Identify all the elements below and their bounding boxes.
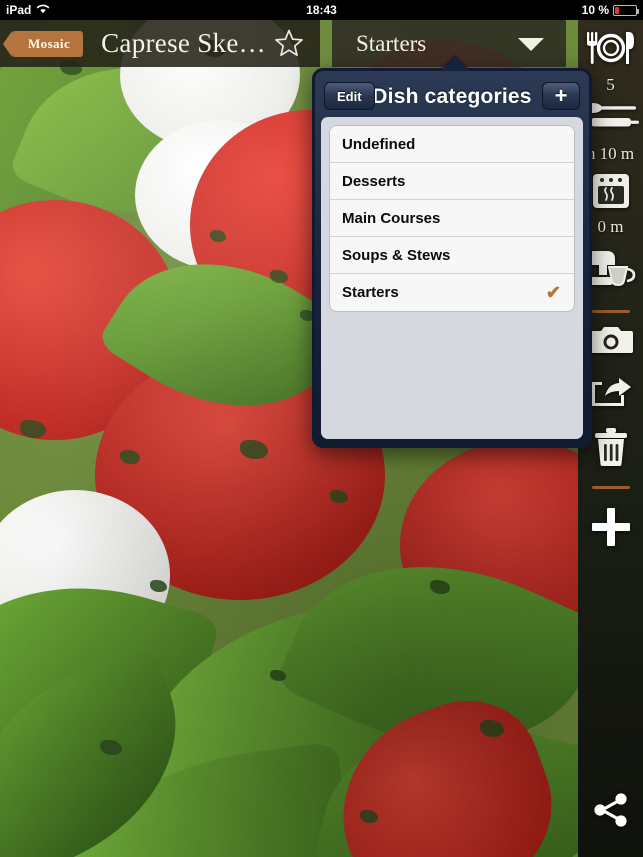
navbar-divider bbox=[320, 20, 332, 67]
category-label: Main Courses bbox=[342, 209, 441, 227]
edit-button[interactable]: Edit bbox=[324, 82, 375, 110]
popover-header: Edit Dish categories + bbox=[321, 77, 583, 117]
cook-time-control[interactable]: 0 m bbox=[590, 172, 632, 237]
app-root: iPad 18:43 10 % Mosaic Caprese Ske… Star… bbox=[0, 0, 643, 857]
export-button[interactable] bbox=[589, 374, 633, 413]
category-label: Undefined bbox=[342, 135, 416, 153]
stand-mixer-control[interactable] bbox=[585, 247, 637, 296]
add-category-label: + bbox=[554, 83, 568, 108]
star-outline-icon[interactable] bbox=[274, 29, 304, 58]
chevron-down-icon bbox=[518, 38, 544, 51]
category-list: Undefined Desserts Main Courses Soups & … bbox=[329, 125, 575, 312]
popover-body: Undefined Desserts Main Courses Soups & … bbox=[321, 117, 583, 439]
toolbar-separator-2 bbox=[591, 486, 630, 489]
share-button[interactable] bbox=[591, 792, 631, 833]
servings-cutlery-plate-icon bbox=[584, 28, 638, 73]
back-button-label: Mosaic bbox=[28, 35, 71, 51]
navbar-left-section: Mosaic Caprese Ske… bbox=[0, 20, 320, 67]
stand-mixer-icon bbox=[585, 247, 637, 296]
checkmark-icon: ✔ bbox=[545, 282, 561, 302]
category-label: Soups & Stews bbox=[342, 246, 451, 264]
camera-icon bbox=[588, 323, 633, 360]
back-to-mosaic-button[interactable]: Mosaic bbox=[2, 30, 84, 57]
delete-button[interactable] bbox=[592, 427, 630, 472]
share-export-icon bbox=[589, 374, 633, 413]
list-item[interactable]: Desserts bbox=[330, 163, 574, 200]
category-label: Desserts bbox=[342, 172, 406, 190]
category-label: Starters bbox=[342, 284, 399, 301]
status-bar: iPad 18:43 10 % bbox=[0, 0, 643, 20]
add-category-button[interactable]: + bbox=[542, 82, 580, 110]
trash-icon bbox=[592, 427, 630, 472]
list-item-selected[interactable]: Starters ✔ bbox=[330, 274, 574, 311]
plus-icon bbox=[589, 505, 633, 554]
toolbar-separator-1 bbox=[591, 310, 630, 313]
list-item[interactable]: Main Courses bbox=[330, 200, 574, 237]
popover-arrow bbox=[440, 56, 470, 71]
category-selected-label: Starters bbox=[356, 30, 427, 56]
share-network-icon bbox=[591, 792, 631, 833]
battery-percent-label: 10 % bbox=[581, 3, 609, 17]
edit-button-label: Edit bbox=[337, 88, 362, 104]
camera-button[interactable] bbox=[588, 323, 633, 360]
prep-time-label: h 10 m bbox=[586, 144, 635, 163]
cook-time-oven-icon bbox=[590, 172, 632, 215]
add-button[interactable] bbox=[589, 505, 633, 554]
cook-time-label: 0 m bbox=[597, 217, 624, 236]
popover-title: Dish categories bbox=[372, 85, 532, 108]
dish-categories-popover: Edit Dish categories + Undefined Dessert… bbox=[312, 56, 592, 448]
page-title: Caprese Ske… bbox=[101, 28, 266, 58]
status-clock: 18:43 bbox=[306, 3, 337, 17]
servings-label: 5 bbox=[606, 75, 615, 94]
top-navigation-bar: Mosaic Caprese Ske… Starters bbox=[0, 20, 578, 67]
list-item[interactable]: Soups & Stews bbox=[330, 237, 574, 274]
battery-icon bbox=[613, 4, 639, 16]
list-item[interactable]: Undefined bbox=[330, 126, 574, 163]
